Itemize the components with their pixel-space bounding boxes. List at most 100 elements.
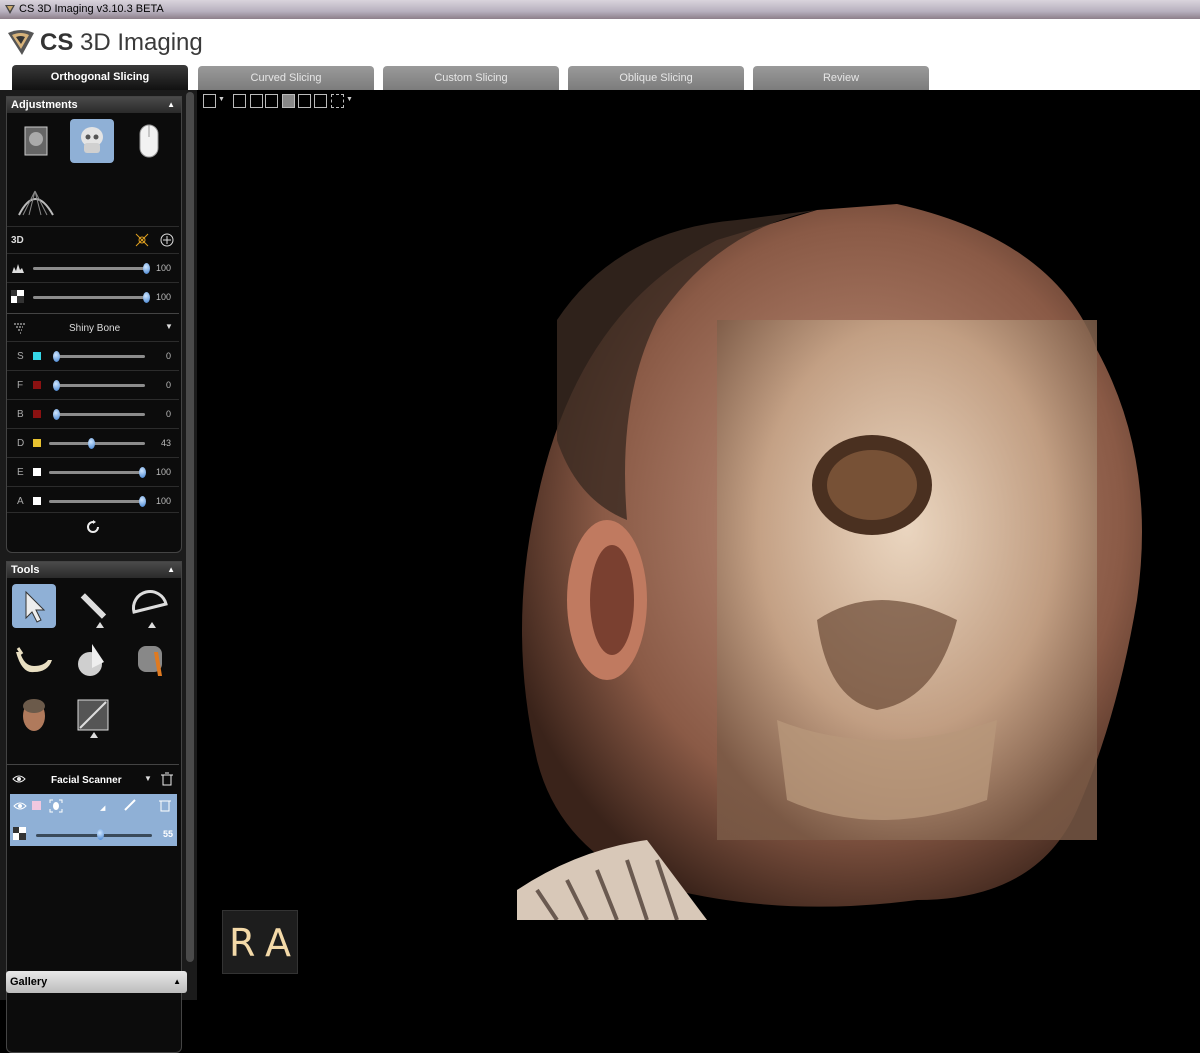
window-title: CS 3D Imaging v3.10.3 BETA	[19, 3, 164, 15]
channel-slider-thumb[interactable]	[139, 496, 146, 507]
trash-icon[interactable]	[159, 798, 171, 812]
pencil-icon[interactable]	[123, 798, 137, 812]
transparency-slider-thumb[interactable]	[143, 292, 150, 303]
chevron-down-icon[interactable]: ▼	[346, 96, 353, 103]
fit-view-icon[interactable]	[233, 94, 246, 108]
face-scan-icon[interactable]	[48, 798, 64, 814]
layout-quad-icon[interactable]	[298, 94, 311, 108]
channel-color-swatch[interactable]	[33, 439, 41, 447]
face-photo-tool-icon[interactable]	[12, 694, 56, 738]
layer-opacity-slider-thumb[interactable]	[96, 829, 104, 840]
chevron-down-icon[interactable]: ▼	[144, 774, 152, 783]
channel-color-swatch[interactable]	[33, 468, 41, 476]
ruler-tool-icon[interactable]	[70, 584, 114, 628]
adjustments-header[interactable]: Adjustments ▲	[7, 97, 181, 113]
slice-view-icon[interactable]	[13, 119, 57, 163]
tab-review[interactable]: Review	[753, 66, 929, 90]
tools-header[interactable]: Tools ▲	[7, 562, 181, 578]
channel-row-s: S0	[7, 341, 179, 370]
transparency-row: 100	[7, 282, 179, 311]
layout-single-icon[interactable]	[265, 94, 278, 108]
jaw-tool-icon[interactable]	[12, 638, 56, 682]
layer-name-select[interactable]: Facial Scanner	[51, 775, 122, 786]
channel-slider[interactable]	[53, 384, 145, 387]
resize-icon: ◢	[100, 805, 106, 812]
mouse-icon[interactable]	[127, 119, 171, 163]
tab-custom-slicing[interactable]: Custom Slicing	[383, 66, 559, 90]
channel-color-swatch[interactable]	[33, 497, 41, 505]
layout-double-icon[interactable]	[282, 94, 295, 108]
channel-row-f: F0	[7, 370, 179, 399]
orientation-anterior-label: A	[265, 921, 291, 965]
brand-name: CS 3D Imaging	[40, 29, 203, 56]
3d-viewport[interactable]: ▼ ▼ R A	[197, 90, 1200, 1000]
checkerboard-icon	[11, 290, 24, 303]
layer-header-row: Facial Scanner ▼	[7, 764, 179, 793]
channel-color-swatch[interactable]	[33, 352, 41, 360]
channel-slider[interactable]	[53, 355, 145, 358]
angle-tool-icon[interactable]	[128, 584, 172, 628]
channel-row-b: B0	[7, 399, 179, 428]
snapshot-icon[interactable]	[250, 94, 263, 108]
opacity-slider[interactable]	[33, 267, 147, 270]
histogram-icon	[12, 264, 24, 273]
channel-color-swatch[interactable]	[33, 381, 41, 389]
channel-slider-thumb[interactable]	[87, 438, 95, 449]
chevron-down-icon[interactable]: ▼	[165, 322, 173, 331]
channel-slider[interactable]	[49, 471, 145, 474]
collapse-icon[interactable]: ▲	[167, 97, 175, 113]
preset-select[interactable]: Shiny Bone	[69, 323, 120, 334]
channel-value: 0	[165, 409, 171, 419]
3d-head-render[interactable]	[517, 200, 1157, 920]
save-icon[interactable]	[203, 94, 216, 108]
volume-render-icon[interactable]	[70, 119, 114, 163]
layer-color-swatch[interactable]	[32, 801, 41, 810]
channel-slider-thumb[interactable]	[53, 351, 60, 362]
layer-opacity-slider[interactable]	[36, 834, 152, 837]
select-tool-icon[interactable]	[12, 584, 56, 628]
channel-color-swatch[interactable]	[33, 410, 41, 418]
eye-icon[interactable]	[12, 774, 26, 784]
transparency-value: 100	[155, 292, 171, 302]
layer-item[interactable]: ◢ 55	[10, 794, 177, 846]
channel-value: 0	[165, 351, 171, 361]
app-logo-icon	[8, 30, 34, 55]
channel-slider-thumb[interactable]	[53, 380, 60, 391]
opacity-row: 100	[7, 253, 179, 282]
eye-icon[interactable]	[13, 801, 27, 811]
chevron-down-icon[interactable]: ▼	[218, 96, 225, 103]
add-circle-icon[interactable]	[160, 233, 174, 247]
reset-icon[interactable]	[86, 520, 100, 534]
tab-curved-slicing[interactable]: Curved Slicing	[198, 66, 374, 90]
hide-eye-icon[interactable]	[135, 233, 149, 247]
channel-letter: S	[17, 351, 24, 362]
mip-render-icon[interactable]	[13, 177, 57, 221]
channel-slider-thumb[interactable]	[139, 467, 146, 478]
left-sidebar: Adjustments ▲ 3D 100 100 Shiny Bone ▼ S …	[0, 90, 197, 1053]
tab-oblique-slicing[interactable]: Oblique Slicing	[568, 66, 744, 90]
crop-icon[interactable]	[331, 94, 344, 108]
trash-icon[interactable]	[161, 772, 173, 786]
gallery-panel-header[interactable]: Gallery ▲	[6, 971, 187, 993]
channel-row-e: E 100	[7, 457, 179, 486]
transparency-slider[interactable]	[33, 296, 147, 299]
sidebar-scrollbar[interactable]	[186, 92, 194, 962]
slice-edit-tool-icon[interactable]	[70, 694, 114, 738]
adjustments-panel: Adjustments ▲ 3D 100 100 Shiny Bone ▼ S …	[6, 96, 182, 553]
collapse-icon[interactable]: ▲	[167, 562, 175, 578]
channel-slider[interactable]	[53, 413, 145, 416]
collapse-icon[interactable]: ▲	[173, 971, 181, 993]
orientation-cube[interactable]: R A	[222, 910, 298, 974]
layer-opacity-value: 55	[162, 829, 173, 839]
channel-slider-thumb[interactable]	[53, 409, 60, 420]
channel-slider[interactable]	[49, 442, 145, 445]
sphere-tool-icon[interactable]	[70, 638, 114, 682]
tab-orthogonal-slicing[interactable]: Orthogonal Slicing	[12, 65, 188, 90]
mode-row: 3D	[7, 226, 179, 253]
layout-overlap-icon[interactable]	[314, 94, 327, 108]
tools-title: Tools	[11, 564, 40, 576]
tab-bar: Orthogonal Slicing Curved Slicing Custom…	[0, 65, 1200, 90]
opacity-slider-thumb[interactable]	[143, 263, 150, 274]
channel-slider[interactable]	[49, 500, 145, 503]
airway-tool-icon[interactable]	[128, 638, 172, 682]
